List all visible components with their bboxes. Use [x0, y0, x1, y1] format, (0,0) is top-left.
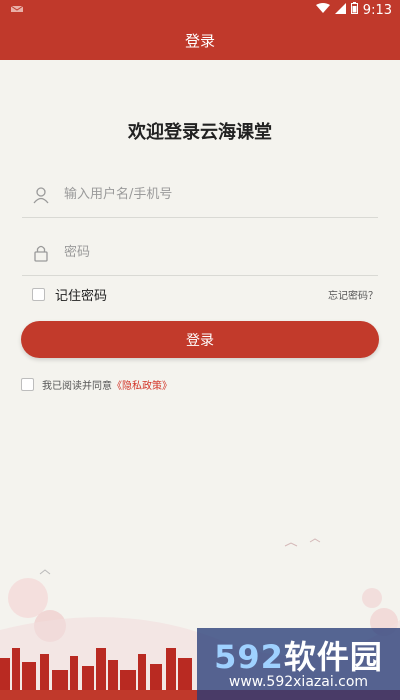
agreement-row: 我已阅读并同意《隐私政策》 [21, 376, 172, 392]
remember-password: 记住密码 [32, 285, 107, 304]
user-icon [22, 186, 60, 204]
remember-password-checkbox[interactable] [32, 287, 45, 301]
password-field [22, 230, 378, 276]
remember-password-label: 记住密码 [55, 288, 108, 304]
username-field [22, 172, 378, 218]
app-bar: 登录 [0, 20, 400, 60]
battery-icon [350, 2, 358, 18]
wifi-icon [315, 2, 330, 18]
mail-icon [10, 3, 24, 18]
watermark-url: www.592xiazai.com [228, 674, 369, 690]
password-input[interactable] [60, 237, 378, 268]
welcome-heading: 欢迎登录云海课堂 [128, 122, 272, 143]
watermark-brand: 软件园 [283, 638, 383, 676]
status-time: 9:13 [362, 2, 392, 18]
watermark-title: 592软件园 [197, 632, 400, 678]
page-title: 登录 [184, 31, 215, 50]
watermark-logo: 592软件园 www.592xiazai.com [197, 628, 400, 700]
login-button[interactable]: 登录 [21, 321, 379, 358]
forgot-password-link[interactable]: 忘记密码？ [328, 287, 378, 302]
username-input[interactable] [60, 179, 378, 210]
signal-icon [334, 2, 346, 18]
watermark-number: 592 [214, 638, 284, 676]
agreement-prefix: 我已阅读并同意 [42, 380, 112, 392]
remember-row: 记住密码 忘记密码？ [32, 284, 378, 304]
agreement-checkbox[interactable] [21, 377, 34, 391]
agreement-text: 我已阅读并同意《隐私政策》 [42, 377, 172, 392]
lock-icon [22, 244, 60, 262]
status-bar: 9:13 [0, 0, 400, 20]
privacy-policy-link[interactable]: 《隐私政策》 [112, 381, 172, 392]
